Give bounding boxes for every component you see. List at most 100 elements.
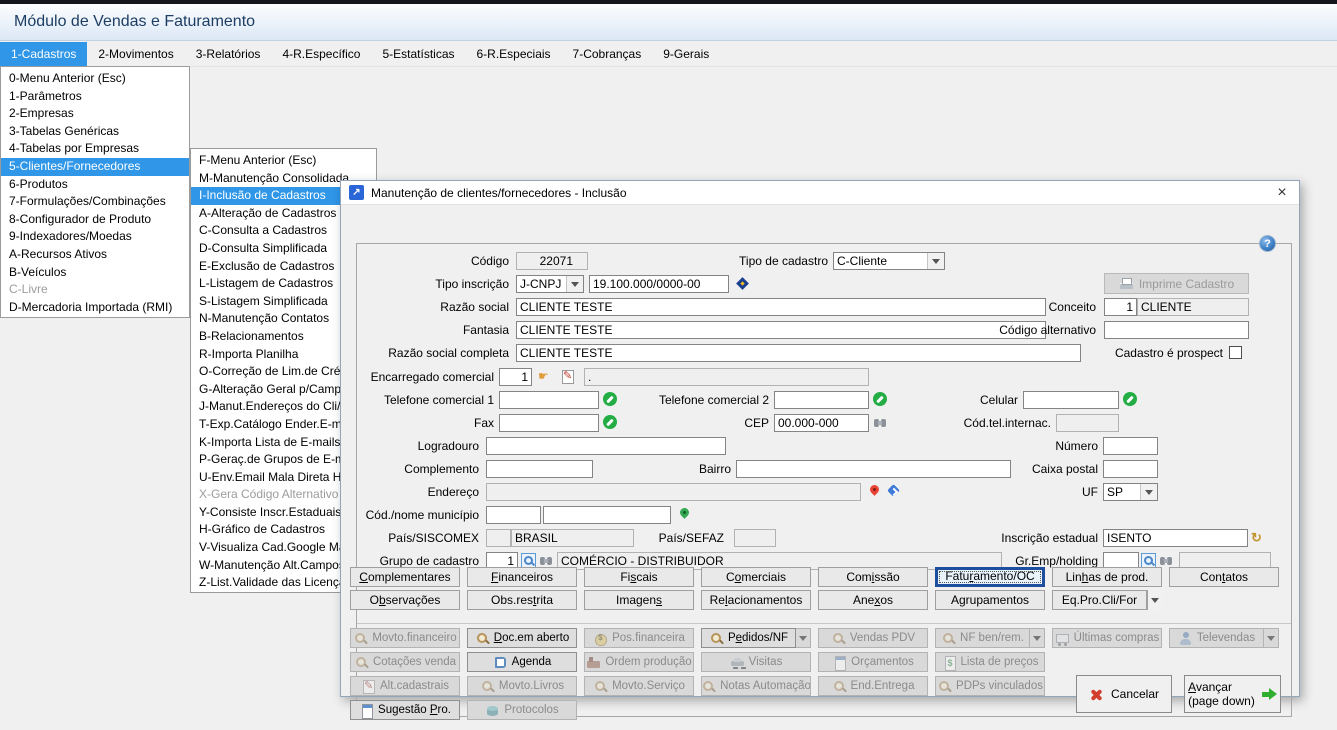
agenda-button[interactable]: Agenda	[467, 652, 577, 672]
menu-item-7-formulacoes-combinacoes[interactable]: 7-Formulações/Combinações	[1, 193, 189, 211]
encarregado-code-field[interactable]: 1	[499, 368, 532, 386]
menu-9-gerais[interactable]: 9-Gerais	[652, 42, 720, 66]
button-label: Ordem produção	[605, 656, 691, 668]
cep-field[interactable]: 00.000-000	[774, 414, 869, 432]
tab-eq-pro-cli-for[interactable]: Eq.Pro.Cli/For	[1052, 590, 1147, 610]
menu-1-cadastros[interactable]: 1-Cadastros	[0, 42, 87, 66]
phone-icon[interactable]	[603, 392, 617, 406]
razao-social-completa-field[interactable]: CLIENTE TESTE	[516, 344, 1081, 362]
tab-agrupamentos[interactable]: Agrupamentos	[935, 590, 1045, 610]
menu-item-4-tabelas-por-empresas[interactable]: 4-Tabelas por Empresas	[1, 140, 189, 158]
caixa-postal-field[interactable]	[1103, 460, 1158, 478]
button-label: Televendas	[1197, 632, 1255, 644]
tab-contatos[interactable]: Contatos	[1169, 567, 1279, 587]
conceito-code-field[interactable]: 1	[1104, 298, 1137, 316]
tab-imagens[interactable]: Imagens	[584, 590, 694, 610]
menu-4-r-especifico[interactable]: 4-R.Específico	[271, 42, 371, 66]
button-label: Doc.em aberto	[494, 632, 569, 644]
menu-item-f-menu-anterior-esc[interactable]: F-Menu Anterior (Esc)	[191, 152, 376, 170]
tab-anexos[interactable]: Anexos	[818, 590, 928, 610]
tab-obs-restrita[interactable]: Obs.restrita	[467, 590, 577, 610]
refresh-icon[interactable]	[1250, 530, 1265, 545]
menu-item-3-tabelas-genericas[interactable]: 3-Tabelas Genéricas	[1, 123, 189, 141]
menu-item-0-menu-anterior-esc[interactable]: 0-Menu Anterior (Esc)	[1, 70, 189, 88]
edit-icon	[361, 679, 376, 694]
cancel-button[interactable]: Cancelar	[1076, 675, 1172, 713]
mag-icon	[480, 679, 495, 694]
telefone2-field[interactable]	[774, 391, 869, 409]
tipo-cadastro-select[interactable]: C-Cliente	[833, 252, 945, 270]
tab-comissao[interactable]: Comissão	[818, 567, 928, 587]
menu-item-5-clientes-fornecedores[interactable]: 5-Clientes/Fornecedores	[1, 158, 189, 176]
municipio-name-field[interactable]	[543, 506, 671, 524]
chevron-down-icon[interactable]	[1140, 484, 1157, 500]
tab-faturamento-oc[interactable]: Faturamento/OC	[935, 567, 1045, 587]
menu-3-relatorios[interactable]: 3-Relatórios	[185, 42, 272, 66]
tab-observacoes[interactable]: Observações	[350, 590, 460, 610]
menu-2-movimentos[interactable]: 2-Movimentos	[87, 42, 184, 66]
edit-icon[interactable]	[560, 369, 575, 384]
menu-7-cobrancas[interactable]: 7-Cobranças	[562, 42, 653, 66]
logradouro-field[interactable]	[486, 437, 726, 455]
map-pin-green-icon[interactable]	[677, 507, 692, 522]
chevron-down-icon[interactable]	[796, 628, 811, 648]
button-label: Lista de preços	[961, 656, 1039, 668]
prospect-checkbox[interactable]	[1229, 346, 1242, 359]
menu-item-b-veiculos[interactable]: B-Veículos	[1, 264, 189, 282]
phone-icon[interactable]	[1123, 392, 1137, 406]
sugestao-pro-button[interactable]: Sugestão Pro.	[350, 700, 460, 720]
phone-icon[interactable]	[873, 392, 887, 406]
menu-item-1-parametros[interactable]: 1-Parâmetros	[1, 88, 189, 106]
button-label: Vendas PDV	[850, 632, 915, 644]
telefone1-field[interactable]	[499, 391, 599, 409]
tab-fiscais[interactable]: Fiscais	[584, 567, 694, 587]
caixa-postal-label: Caixa postal	[948, 460, 1098, 478]
advance-button[interactable]: Avançar(page down)	[1184, 675, 1281, 713]
chevron-down-icon[interactable]	[1030, 628, 1045, 648]
menu-item-8-configurador-de-produto[interactable]: 8-Configurador de Produto	[1, 211, 189, 229]
doc-em-aberto-button[interactable]: Doc.em aberto	[467, 628, 577, 648]
chevron-down-icon[interactable]	[566, 276, 583, 292]
tab-relacionamentos[interactable]: Relacionamentos	[701, 590, 811, 610]
municipio-code-field[interactable]	[486, 506, 541, 524]
directions-icon[interactable]	[887, 484, 902, 499]
complemento-field[interactable]	[486, 460, 593, 478]
menu-5-estatisticas[interactable]: 5-Estatísticas	[371, 42, 465, 66]
uf-select[interactable]: SP	[1103, 483, 1158, 501]
binoculars-icon[interactable]	[873, 415, 888, 430]
tipo-inscricao-select[interactable]: J-CNPJ	[516, 275, 584, 293]
tab-complementares[interactable]: Complementares	[350, 567, 460, 587]
help-icon[interactable]: ?	[1259, 235, 1276, 252]
numero-field[interactable]	[1103, 437, 1158, 455]
cnpj-field[interactable]: 19.100.000/0000-00	[589, 275, 729, 293]
vendas-pdv-button: Vendas PDV	[818, 628, 928, 648]
pais-siscomex-code-field	[486, 529, 511, 547]
tab-financeiros[interactable]: Financeiros	[467, 567, 577, 587]
menu-item-6-produtos[interactable]: 6-Produtos	[1, 176, 189, 194]
hand-pick-icon[interactable]	[538, 369, 553, 384]
menu-item-2-empresas[interactable]: 2-Empresas	[1, 105, 189, 123]
search-icon[interactable]	[1141, 553, 1156, 568]
menu-item-d-mercadoria-importada-rmi[interactable]: D-Mercadoria Importada (RMI)	[1, 299, 189, 317]
map-pin-icon[interactable]	[867, 484, 882, 499]
chevron-down-icon[interactable]	[927, 253, 944, 269]
fantasia-label: Fantasia	[349, 321, 509, 339]
chevron-down-icon[interactable]	[1147, 590, 1162, 610]
menu-6-r-especiais[interactable]: 6-R.Especiais	[466, 42, 562, 66]
binoculars-icon[interactable]	[539, 553, 554, 568]
inscricao-estadual-field[interactable]: ISENTO	[1103, 529, 1248, 547]
menu-item-a-recursos-ativos[interactable]: A-Recursos Ativos	[1, 246, 189, 264]
tab-linhas-de-prod[interactable]: Linhas de prod.	[1052, 567, 1162, 587]
celular-field[interactable]	[1023, 391, 1119, 409]
phone-icon[interactable]	[603, 415, 617, 429]
close-icon[interactable]: ×	[1265, 184, 1299, 202]
chevron-down-icon[interactable]	[1264, 628, 1279, 648]
codigo-alternativo-field[interactable]	[1104, 321, 1249, 339]
menu-item-9-indexadores-moedas[interactable]: 9-Indexadores/Moedas	[1, 228, 189, 246]
pedidos-nf-button[interactable]: Pedidos/NF	[701, 628, 796, 648]
tab-comerciais[interactable]: Comerciais	[701, 567, 811, 587]
binoculars-icon[interactable]	[1159, 553, 1174, 568]
button-cell: Faturamento/OC	[935, 567, 1045, 587]
search-icon[interactable]	[521, 553, 536, 568]
fax-field[interactable]	[499, 414, 599, 432]
